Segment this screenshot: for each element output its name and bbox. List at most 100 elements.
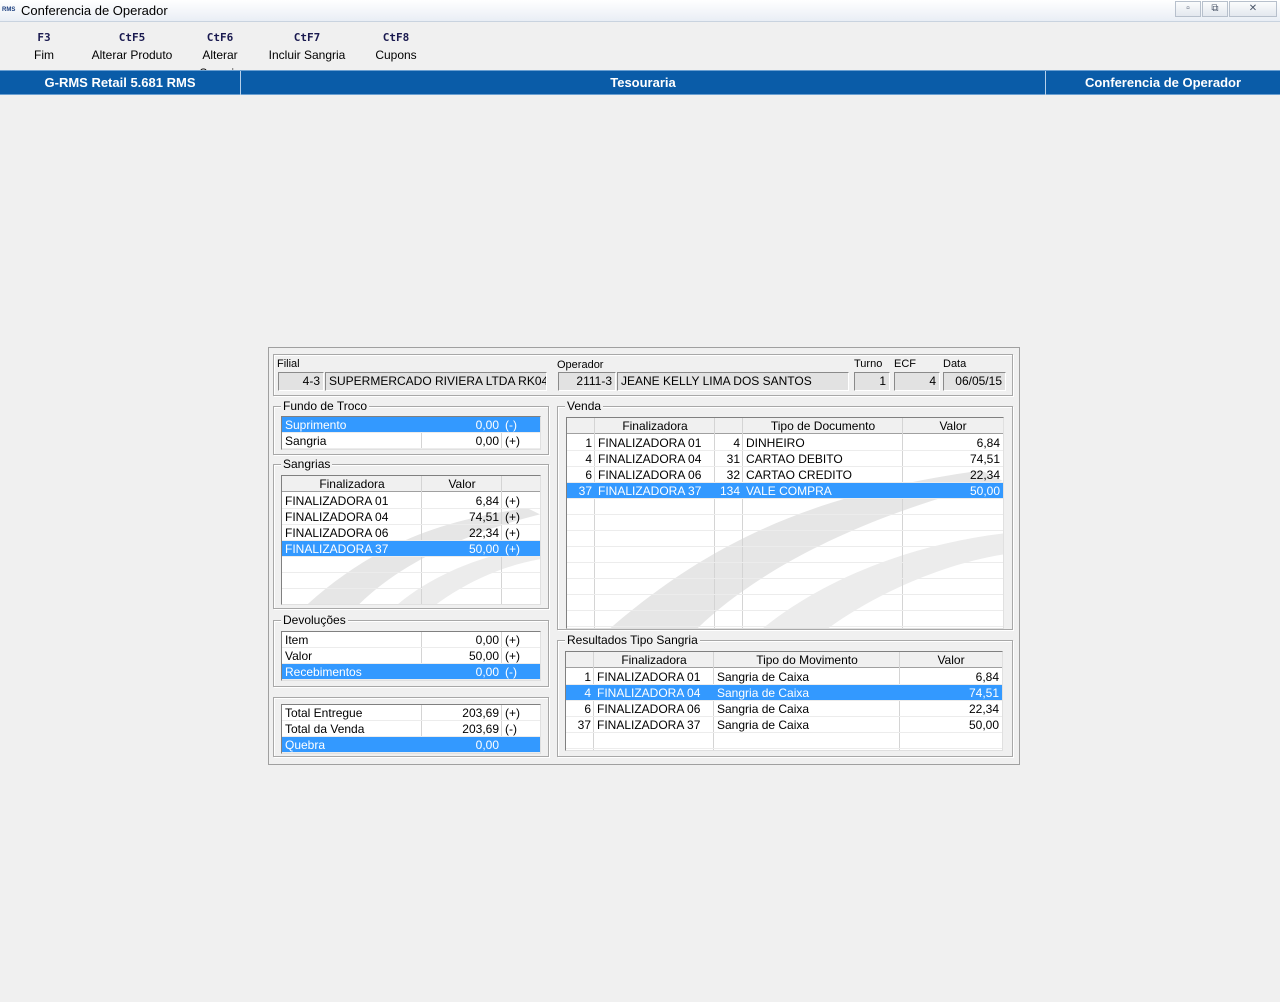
column-header[interactable]: Valor — [900, 652, 1002, 668]
resultados-grid[interactable]: Finalizadora Tipo do Movimento Valor 1 FINAL… — [565, 651, 1003, 751]
column-header[interactable] — [566, 652, 594, 668]
fundo-row[interactable]: Sangria 0,00 (+) — [282, 433, 540, 449]
venda-row[interactable]: 37 FINALIZADORA 37 134 VALE COMPRA 50,00 — [567, 483, 1003, 499]
finalizadora-name: FINALIZADORA 01 — [597, 670, 701, 684]
column-header[interactable]: Finalizadora — [595, 418, 715, 434]
column-header[interactable]: Valor — [903, 418, 1003, 434]
finalizadora-name: FINALIZADORA 37 — [598, 484, 702, 498]
row-divider — [566, 732, 1002, 733]
close-button[interactable]: ✕ — [1229, 1, 1277, 17]
column-header[interactable] — [567, 418, 595, 434]
finalizadora-code: 6 — [584, 702, 591, 716]
filial-name-field[interactable]: SUPERMERCADO RIVIERA LTDA RK04 — [325, 372, 547, 391]
row-value: 203,69 — [462, 706, 499, 720]
row-label: Valor — [285, 649, 313, 663]
fundo-troco-title: Fundo de Troco — [281, 399, 370, 413]
column-header[interactable]: Finalizadora — [594, 652, 714, 668]
devolucoes-panel: Devoluções Item 0,00 (+) Valor 50,00 (+) Receb… — [273, 613, 549, 687]
conferencia-dialog: Filial 4-3 SUPERMERCADO RIVIERA LTDA RK0… — [268, 347, 1020, 765]
grid-header: Finalizadora Tipo de Documento Valor — [567, 418, 1003, 434]
toolbar-button-ctf7[interactable]: CtF7 Incluir Sangria — [266, 30, 348, 64]
venda-value: 74,51 — [969, 452, 1000, 466]
column-header[interactable]: Tipo do Movimento — [714, 652, 900, 668]
devolucoes-grid[interactable]: Item 0,00 (+) Valor 50,00 (+) Recebimentos 0,00… — [281, 631, 541, 681]
resultados-panel: Resultados Tipo Sangria Finalizadora Tipo… — [557, 633, 1013, 757]
row-label: Quebra — [285, 738, 326, 752]
total-row[interactable]: Total da Venda 203,69 (-) — [282, 721, 540, 737]
turno-field[interactable]: 1 — [854, 372, 890, 391]
toolbar-button-ctf8[interactable]: CtF8 Cupons — [356, 30, 436, 64]
documento-code: 4 — [733, 436, 740, 450]
ecf-field[interactable]: 4 — [894, 372, 940, 391]
grid-header: Finalizadora Tipo do Movimento Valor — [566, 652, 1002, 668]
toolbar-shortcut-key: F3 — [37, 31, 51, 44]
sangria-row[interactable]: FINALIZADORA 04 74,51 (+) — [282, 509, 540, 525]
header-panel: Filial 4-3 SUPERMERCADO RIVIERA LTDA RK0… — [273, 354, 1013, 396]
devolucao-row[interactable]: Recebimentos 0,00 (-) — [282, 664, 540, 680]
row-divider — [567, 594, 1003, 595]
finalizadora-name: FINALIZADORA 04 — [598, 452, 702, 466]
resultado-row[interactable]: 6 FINALIZADORA 06 Sangria de Caixa 22,34 — [566, 701, 1002, 717]
documento-name: CARTAO DEBITO — [746, 452, 843, 466]
row-value: 0,00 — [475, 633, 499, 647]
toolbar-button-label: Cupons — [375, 48, 417, 62]
row-sign: (+) — [505, 434, 520, 448]
toolbar-button-f3[interactable]: F3 Fim — [4, 30, 84, 64]
row-divider — [567, 514, 1003, 515]
row-label: Sangria — [285, 434, 327, 448]
column-header[interactable]: Valor — [422, 476, 502, 492]
column-header[interactable] — [715, 418, 743, 434]
module-band: G-RMS Retail 5.681 RMS Tesouraria Confer… — [0, 70, 1280, 95]
resultado-row[interactable]: 1 FINALIZADORA 01 Sangria de Caixa 6,84 — [566, 669, 1002, 685]
row-divider — [282, 588, 540, 589]
fundo-troco-grid[interactable]: Suprimento 0,00 (-) Sangria 0,00 (+) — [281, 416, 541, 450]
finalizadora-code: 37 — [577, 718, 591, 732]
screen-name: Conferencia de Operador — [1084, 75, 1242, 90]
filial-code-field[interactable]: 4-3 — [278, 372, 324, 391]
row-label: Item — [285, 633, 309, 647]
toolbar-button-label: Fim — [34, 48, 54, 62]
row-sign — [502, 737, 540, 753]
sangria-value: 74,51 — [468, 510, 499, 524]
venda-row[interactable]: 1 FINALIZADORA 01 4 DINHEIRO 6,84 — [567, 435, 1003, 451]
minimize-button[interactable]: ▫ — [1175, 1, 1201, 17]
sangria-sign: (+) — [505, 494, 520, 508]
total-row[interactable]: Total Entregue 203,69 (+) — [282, 705, 540, 721]
venda-row[interactable]: 4 FINALIZADORA 04 31 CARTAO DEBITO 74,51 — [567, 451, 1003, 467]
sangria-row[interactable]: FINALIZADORA 01 6,84 (+) — [282, 493, 540, 509]
finalizadora-code: 37 — [578, 484, 592, 498]
row-divider — [566, 748, 1002, 749]
row-divider — [567, 546, 1003, 547]
total-row[interactable]: Quebra 0,00 — [282, 737, 540, 753]
devolucao-row[interactable]: Item 0,00 (+) — [282, 632, 540, 648]
toolbar-button-ctf5[interactable]: CtF5 Alterar Produto — [86, 30, 178, 64]
column-header[interactable]: Tipo de Documento — [743, 418, 903, 434]
window-title-bar: RMS Conferencia de Operador ▫ ⧉ ✕ — [0, 0, 1280, 22]
sangrias-grid[interactable]: Finalizadora Valor FINALIZADORA 01 6,84 (+) F… — [281, 475, 541, 605]
fundo-row[interactable]: Suprimento 0,00 (-) — [282, 417, 540, 433]
sangria-row[interactable]: FINALIZADORA 37 50,00 (+) — [282, 541, 540, 557]
venda-grid[interactable]: Finalizadora Tipo de Documento Valor 1 FINAL… — [566, 417, 1004, 629]
row-value: 0,00 — [475, 418, 499, 432]
column-header[interactable] — [502, 476, 540, 492]
venda-value: 50,00 — [969, 484, 1000, 498]
venda-value: 22,34 — [969, 468, 1000, 482]
resultado-row[interactable]: 4 FINALIZADORA 04 Sangria de Caixa 74,51 — [566, 685, 1002, 701]
operador-name-field[interactable]: JEANE KELLY LIMA DOS SANTOS — [617, 372, 849, 391]
documento-name: VALE COMPRA — [746, 484, 832, 498]
operador-code-field[interactable]: 2111-3 — [558, 372, 616, 391]
column-header[interactable]: Finalizadora — [282, 476, 422, 492]
sangria-row[interactable]: FINALIZADORA 06 22,34 (+) — [282, 525, 540, 541]
restore-button[interactable]: ⧉ — [1202, 1, 1228, 17]
sangria-sign: (+) — [505, 526, 520, 540]
venda-row[interactable]: 6 FINALIZADORA 06 32 CARTAO CREDITO 22,34 — [567, 467, 1003, 483]
module-name: Tesouraria — [610, 75, 676, 90]
totais-grid[interactable]: Total Entregue 203,69 (+) Total da Venda 203… — [281, 704, 541, 754]
finalizadora-name: FINALIZADORA 06 — [285, 526, 389, 540]
documento-name: DINHEIRO — [746, 436, 805, 450]
resultado-row[interactable]: 37 FINALIZADORA 37 Sangria de Caixa 50,00 — [566, 717, 1002, 733]
row-value: 0,00 — [475, 665, 499, 679]
resultado-value: 6,84 — [975, 670, 999, 684]
devolucao-row[interactable]: Valor 50,00 (+) — [282, 648, 540, 664]
data-field[interactable]: 06/05/15 — [943, 372, 1006, 391]
